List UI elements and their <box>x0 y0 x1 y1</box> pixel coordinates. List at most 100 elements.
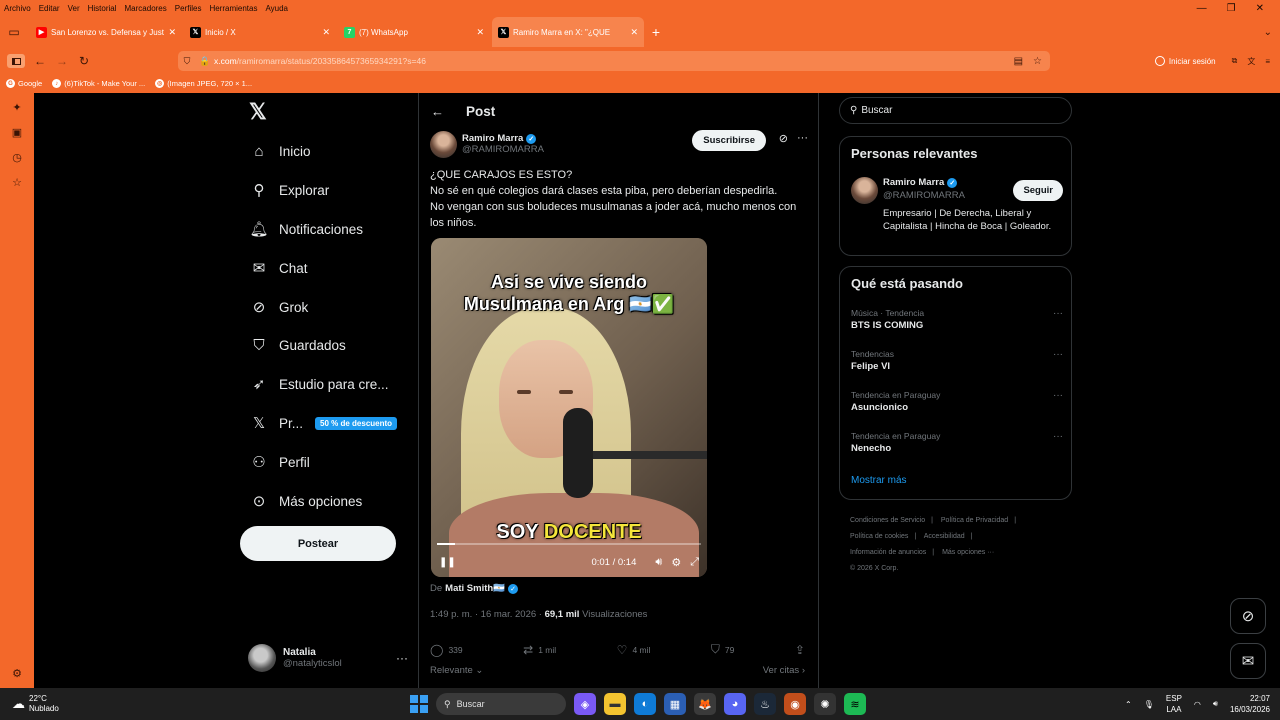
back-icon[interactable]: ← <box>29 54 51 68</box>
chevron-up-icon[interactable]: ⌃ <box>1125 700 1132 709</box>
author-avatar[interactable] <box>430 130 457 158</box>
more-icon[interactable]: ··· <box>1053 349 1063 360</box>
nav-item-inicio[interactable]: ⌂ Inicio <box>249 141 310 161</box>
menu-perfiles[interactable]: Perfiles <box>171 4 206 13</box>
footer-link[interactable]: Política de Privacidad <box>941 517 1008 524</box>
history-icon[interactable]: ◷ <box>12 151 22 164</box>
pause-icon[interactable]: ❚❚ <box>439 557 456 568</box>
translate-icon[interactable]: 文 <box>1247 56 1255 67</box>
discord-icon[interactable]: ◕ <box>724 693 746 715</box>
trend-item[interactable]: Tendencias Felipe VI ··· <box>851 349 1063 372</box>
close-tab-icon[interactable]: ✕ <box>630 27 638 38</box>
close-tab-icon[interactable]: ✕ <box>322 27 330 38</box>
bookmark-google[interactable]: G Google <box>6 79 42 88</box>
login-button[interactable]: Iniciar sesión <box>1154 56 1216 66</box>
post-button[interactable]: Postear <box>240 526 396 561</box>
reply-button[interactable]: ◯ 339 <box>430 642 463 657</box>
back-arrow-icon[interactable]: ← <box>431 104 444 119</box>
sidebar-toggle-icon[interactable] <box>7 54 25 68</box>
trend-item[interactable]: Música · Tendencia BTS IS COMING ··· <box>851 308 1063 331</box>
close-tab-icon[interactable]: ✕ <box>476 27 484 38</box>
menu-ayuda[interactable]: Ayuda <box>261 4 292 13</box>
grok-fab[interactable]: ⊘ <box>1230 598 1266 634</box>
via-name[interactable]: Mati Smith🇦🇷 <box>445 583 505 594</box>
mic-icon[interactable]: 🎙︎ <box>1144 700 1154 709</box>
video-player[interactable]: Asi se vive siendo Musulmana en Arg 🇦🇷✅ … <box>431 238 707 577</box>
minimize-icon[interactable]: — <box>1197 3 1207 14</box>
bookmark-image[interactable]: ◎ (Imagen JPEG, 720 × 1... <box>155 79 252 88</box>
share-button[interactable]: ⇪ <box>795 642 805 657</box>
tab-inicio-x[interactable]: 𝕏 Inicio / X ✕ <box>184 17 336 47</box>
ai-sparkle-icon[interactable]: ✦ <box>12 101 21 114</box>
tab-youtube[interactable]: ▶ San Lorenzo vs. Defensa y Justic ✕ <box>30 17 182 47</box>
menu-archivo[interactable]: Archivo <box>0 4 35 13</box>
author-handle[interactable]: @RAMIROMARRA <box>462 144 544 155</box>
menu-herramientas[interactable]: Herramientas <box>205 4 261 13</box>
volume-icon[interactable]: 🔊︎ <box>1213 699 1218 709</box>
account-switcher[interactable]: Natalia @natalyticslol ··· <box>248 643 408 673</box>
show-more-link[interactable]: Mostrar más <box>851 475 907 486</box>
footer-link[interactable]: Información de anuncios <box>850 549 926 556</box>
trend-item[interactable]: Tendencia en Paraguay Asuncionico ··· <box>851 390 1063 413</box>
spotify-icon[interactable]: ≋ <box>844 693 866 715</box>
language-indicator[interactable]: ESP LAA <box>1166 693 1182 715</box>
author-name[interactable]: Ramiro Marra ✓ <box>462 133 544 144</box>
lock-icon[interactable]: 🔒 <box>196 56 214 67</box>
volume-icon[interactable]: 🔊︎ <box>655 556 662 569</box>
footer-link[interactable]: Política de cookies <box>850 533 908 540</box>
tab-ramiro-marra[interactable]: 𝕏 Ramiro Marra en X: "¿QUE ✕ <box>492 17 644 47</box>
bookmark-button[interactable]: ⛉ 79 <box>711 642 734 657</box>
like-button[interactable]: ♡ 4 mil <box>617 642 651 657</box>
tab-list-icon[interactable]: ▭ <box>0 25 28 39</box>
firefox-icon[interactable]: 🦊 <box>694 693 716 715</box>
follow-button[interactable]: Seguir <box>1013 180 1063 201</box>
shield-icon[interactable]: ⛉ <box>178 56 196 67</box>
app-icon[interactable]: ◉ <box>784 693 806 715</box>
close-window-icon[interactable]: ✕ <box>1256 3 1264 14</box>
footer-link[interactable]: Condiciones de Servicio <box>850 517 925 524</box>
edge-icon[interactable]: ◐ <box>634 693 656 715</box>
nav-item-guardados[interactable]: ⛉ Guardados <box>249 335 345 355</box>
wifi-icon[interactable]: ◠ <box>1194 700 1201 709</box>
file-explorer-icon[interactable]: ▬ <box>604 693 626 715</box>
menu-marcadores[interactable]: Marcadores <box>121 4 171 13</box>
nav-item-explorar[interactable]: ⚲ Explorar <box>249 180 330 200</box>
bookmarks-icon[interactable]: ☆ <box>12 176 22 189</box>
messages-fab[interactable]: ✉ <box>1230 643 1266 679</box>
menu-editar[interactable]: Editar <box>35 4 64 13</box>
tab-whatsapp[interactable]: 7 (7) WhatsApp ✕ <box>338 17 490 47</box>
subscribe-button[interactable]: Suscribirse <box>692 130 766 151</box>
new-tab-icon[interactable]: + <box>644 24 668 40</box>
nav-item-estudio[interactable]: ➶ Estudio para cre... <box>249 374 389 394</box>
x-logo-icon[interactable]: 𝕏 <box>249 99 267 125</box>
synced-tabs-icon[interactable]: ▣ <box>12 126 22 139</box>
gear-icon[interactable]: ⚙ <box>671 556 681 569</box>
nav-item-perfil[interactable]: ⚇ Perfil <box>249 452 310 472</box>
steam-icon[interactable]: ♨ <box>754 693 776 715</box>
nav-item-mas-opciones[interactable]: ⊙ Más opciones <box>249 491 363 511</box>
post-timestamp[interactable]: 1:49 p. m. · 16 mar. 2026 · <box>430 609 542 620</box>
menu-ver[interactable]: Ver <box>64 4 84 13</box>
bookmark-star-icon[interactable]: ☆ <box>1033 56 1042 67</box>
menu-historial[interactable]: Historial <box>84 4 121 13</box>
windows-start-icon[interactable] <box>410 695 428 713</box>
more-icon[interactable]: ··· <box>1053 431 1063 442</box>
search-input[interactable]: ⚲ Buscar <box>839 97 1072 124</box>
repost-button[interactable]: ⇄ 1 mil <box>523 642 556 657</box>
reader-view-icon[interactable]: ▤ <box>1014 56 1023 67</box>
fullscreen-icon[interactable]: ⤢ <box>690 556 699 569</box>
more-icon[interactable]: ··· <box>396 651 408 665</box>
weather-widget[interactable]: ☁ 22°C Nublado <box>0 694 200 714</box>
chevron-down-icon[interactable]: ⌄ <box>1264 27 1280 38</box>
chatgpt-icon[interactable]: ✺ <box>814 693 836 715</box>
more-icon[interactable]: ··· <box>797 132 808 144</box>
more-icon[interactable]: ··· <box>1053 308 1063 319</box>
gear-icon[interactable]: ⚙ <box>12 667 22 680</box>
nav-item-grok[interactable]: ⊘ Grok <box>249 297 309 317</box>
sort-dropdown[interactable]: Relevante ⌄ <box>430 665 483 676</box>
close-tab-icon[interactable]: ✕ <box>168 27 176 38</box>
copilot-icon[interactable]: ◈ <box>574 693 596 715</box>
more-icon[interactable]: ··· <box>1053 390 1063 401</box>
clock[interactable]: 22:07 16/03/2026 <box>1230 693 1270 715</box>
trend-item[interactable]: Tendencia en Paraguay Nenecho ··· <box>851 431 1063 454</box>
